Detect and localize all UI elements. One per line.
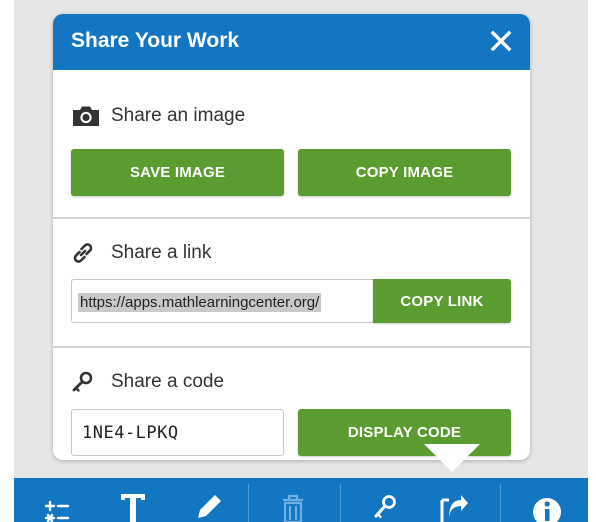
info-button[interactable] <box>522 478 572 522</box>
text-icon <box>121 494 145 522</box>
equation-button[interactable] <box>34 478 84 522</box>
code-field[interactable]: 1NE4-LPKQ <box>71 409 284 456</box>
share-link-label: Share a link <box>111 242 212 263</box>
share-dialog: Share Your Work Share an image SAVE IMAG… <box>53 14 530 460</box>
code-value: 1NE4-LPKQ <box>82 423 179 443</box>
key-icon <box>374 495 396 519</box>
copy-link-button[interactable]: COPY LINK <box>373 279 511 323</box>
left-margin <box>0 0 14 522</box>
dialog-pointer <box>424 444 480 472</box>
text-button[interactable] <box>108 478 158 522</box>
copy-image-button[interactable]: COPY IMAGE <box>298 149 511 196</box>
link-url-field[interactable]: https://apps.mathlearningcenter.org/ <box>71 279 373 323</box>
share-link-section: Share a link https://apps.mathlearningce… <box>53 219 530 347</box>
close-button[interactable] <box>488 28 514 54</box>
toolbar-separator <box>340 484 341 522</box>
trash-button[interactable] <box>268 478 318 522</box>
toolbar-separator <box>248 484 249 522</box>
toolbar-separator <box>500 484 501 522</box>
share-link-heading: Share a link <box>71 241 211 265</box>
bottom-toolbar <box>14 478 588 522</box>
link-icon <box>71 241 101 265</box>
save-image-button[interactable]: SAVE IMAGE <box>71 149 284 196</box>
info-icon <box>533 498 561 522</box>
dialog-title: Share Your Work <box>71 29 240 52</box>
link-url-text: https://apps.mathlearningcenter.org/ <box>78 293 322 312</box>
share-code-label: Share a code <box>111 371 225 392</box>
key-button[interactable] <box>360 478 410 522</box>
right-margin <box>588 0 596 522</box>
key-icon <box>71 370 101 394</box>
share-code-heading: Share a code <box>71 370 224 394</box>
share-image-label: Share an image <box>111 105 246 126</box>
pencil-icon <box>198 495 221 518</box>
share-icon <box>440 495 468 522</box>
camera-icon <box>71 104 101 128</box>
share-image-heading: Share an image <box>71 104 245 128</box>
equation-icon <box>44 500 70 522</box>
share-button[interactable] <box>428 478 478 522</box>
share-image-section: Share an image SAVE IMAGE COPY IMAGE <box>53 70 530 218</box>
close-icon <box>490 30 512 52</box>
dialog-header: Share Your Work <box>53 14 530 70</box>
trash-icon <box>283 494 303 522</box>
pencil-button[interactable] <box>182 478 232 522</box>
